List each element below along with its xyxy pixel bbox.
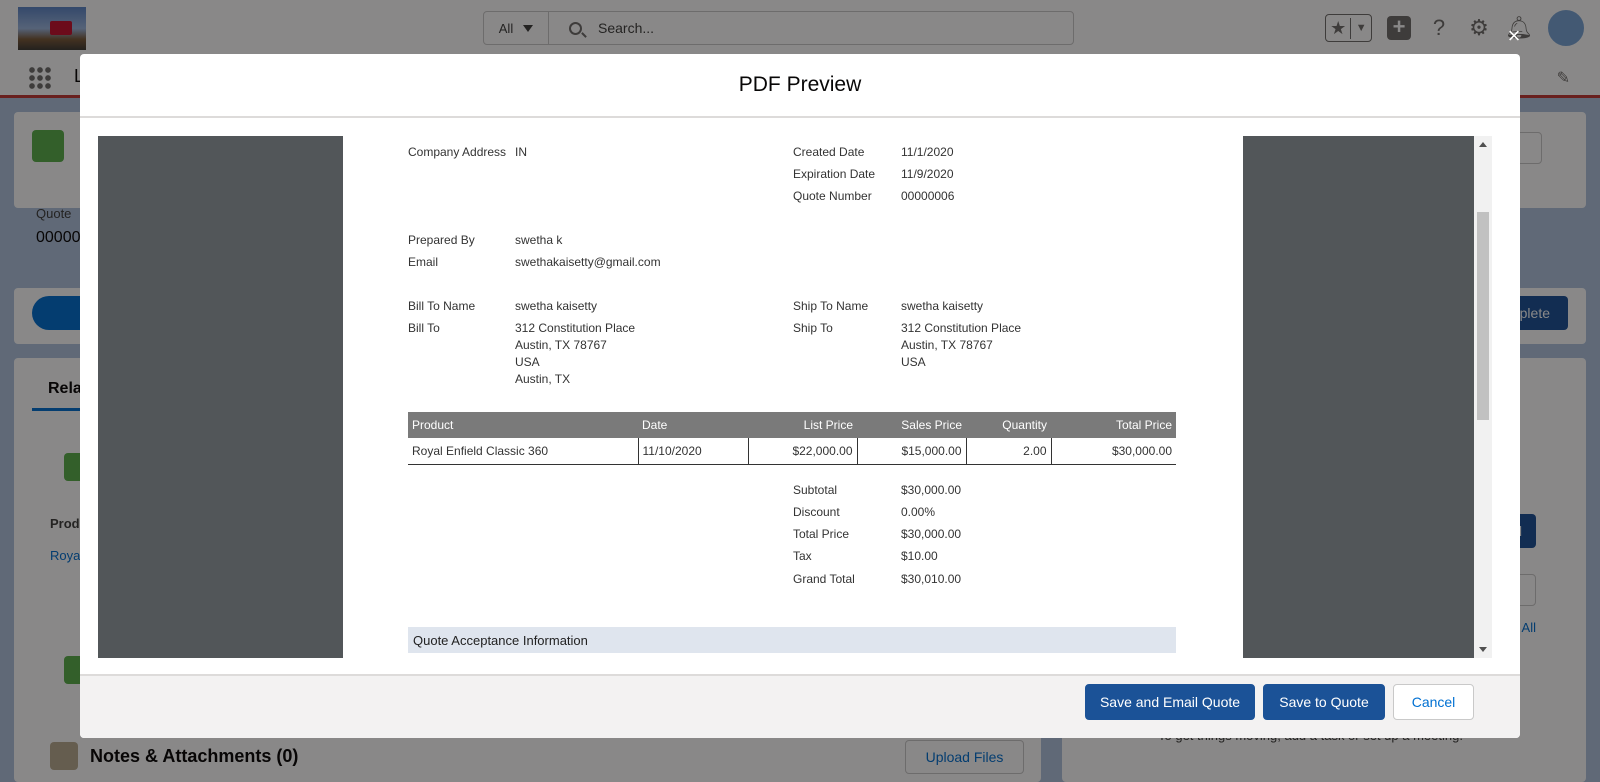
ship-to-line: Austin, TX 78767: [901, 338, 993, 352]
created-date-value: 11/1/2020: [901, 145, 954, 159]
total-price-label: Total Price: [793, 527, 850, 541]
expiration-date-value: 11/9/2020: [901, 167, 954, 181]
bill-to-line: USA: [515, 355, 540, 369]
tax-value: $10.00: [901, 549, 938, 563]
save-to-quote-button[interactable]: Save to Quote: [1263, 684, 1385, 720]
subtotal-value: $30,000.00: [901, 483, 962, 497]
email-value: swethakaisetty@gmail.com: [515, 255, 661, 269]
ship-to-name-label: Ship To Name: [793, 299, 869, 313]
ship-to-name-value: swetha kaisetty: [901, 299, 984, 313]
column-header-product: Product: [408, 412, 638, 438]
bill-to-line: 312 Constitution Place: [515, 321, 636, 335]
discount-label: Discount: [793, 505, 840, 519]
column-header-sales-price: Sales Price: [857, 412, 966, 438]
created-date-label: Created Date: [793, 145, 865, 159]
save-and-email-quote-button[interactable]: Save and Email Quote: [1085, 684, 1255, 720]
cell-quantity: 2.00: [965, 438, 1051, 465]
email-label: Email: [408, 255, 439, 269]
column-header-quantity: Quantity: [966, 412, 1051, 438]
quote-number-value: 00000006: [901, 189, 955, 203]
bill-to-line: Austin, TX 78767: [515, 338, 607, 352]
bill-to-name-value: swetha kaisetty: [515, 299, 598, 313]
bill-to-line: Austin, TX: [515, 372, 571, 386]
cell-total-price: $30,000.00: [1050, 438, 1176, 465]
line-items-table: Product Date List Price Sales Price Quan…: [408, 412, 1176, 465]
pdf-viewer[interactable]: Company Address IN Created Date 11/1/202…: [98, 136, 1474, 658]
modal-title: PDF Preview: [80, 54, 1520, 118]
ship-to-label: Ship To: [793, 321, 833, 335]
ship-to-line: USA: [901, 355, 926, 369]
table-header-row: Product Date List Price Sales Price Quan…: [408, 412, 1176, 438]
table-row: Royal Enfield Classic 360 11/10/2020 $22…: [408, 438, 1176, 465]
company-address-value: IN: [515, 145, 527, 159]
subtotal-label: Subtotal: [793, 483, 838, 497]
column-header-list-price: List Price: [748, 412, 857, 438]
pdf-page: Company Address IN Created Date 11/1/202…: [343, 136, 1243, 658]
quote-acceptance-section: Quote Acceptance Information: [408, 627, 1176, 653]
cell-list-price: $22,000.00: [747, 438, 857, 465]
cell-product: Royal Enfield Classic 360: [408, 438, 638, 465]
tax-label: Tax: [793, 549, 812, 563]
expiration-date-label: Expiration Date: [793, 167, 876, 181]
discount-value: 0.00%: [901, 505, 936, 519]
prepared-by-value: swetha k: [515, 233, 563, 247]
scroll-thumb[interactable]: [1477, 212, 1489, 420]
column-header-total-price: Total Price: [1051, 412, 1176, 438]
bill-to-label: Bill To: [408, 321, 440, 335]
scroll-up-icon[interactable]: [1479, 142, 1487, 147]
prepared-by-label: Prepared By: [408, 233, 475, 247]
scroll-down-icon[interactable]: [1479, 647, 1487, 652]
quote-number-label: Quote Number: [793, 189, 872, 203]
company-address-label: Company Address: [408, 145, 507, 159]
close-icon[interactable]: ×: [1502, 24, 1526, 48]
pdf-preview-modal: PDF Preview Company Address IN Created D…: [80, 54, 1520, 738]
modal-footer: Save and Email Quote Save to Quote Cance…: [80, 674, 1520, 738]
bill-to-name-label: Bill To Name: [408, 299, 476, 313]
grand-total-label: Grand Total: [793, 572, 855, 586]
ship-to-line: 312 Constitution Place: [901, 321, 1022, 335]
grand-total-value: $30,010.00: [901, 572, 962, 586]
total-price-value: $30,000.00: [901, 527, 962, 541]
modal-body: Company Address IN Created Date 11/1/202…: [98, 136, 1502, 658]
pdf-scrollbar[interactable]: [1474, 136, 1492, 658]
cell-date: 11/10/2020: [637, 438, 748, 465]
cancel-button[interactable]: Cancel: [1393, 684, 1474, 720]
column-header-date: Date: [638, 412, 748, 438]
cell-sales-price: $15,000.00: [856, 438, 966, 465]
